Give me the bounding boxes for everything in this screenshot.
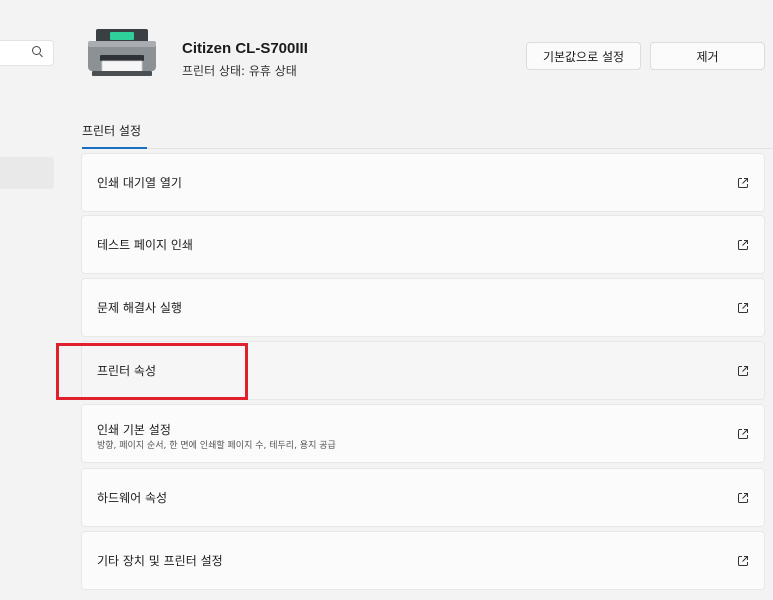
tab-printer-settings[interactable]: 프린터 설정 bbox=[82, 122, 141, 139]
printer-status: 프린터 상태: 유휴 상태 bbox=[182, 64, 297, 78]
open-external-icon bbox=[738, 240, 748, 250]
printer-icon bbox=[88, 29, 156, 76]
open-external-icon bbox=[738, 429, 748, 439]
search-icon bbox=[32, 46, 41, 55]
printer-name: Citizen CL-S700III bbox=[182, 40, 308, 57]
search-input[interactable] bbox=[0, 40, 54, 66]
open-external-icon bbox=[738, 556, 748, 566]
set-default-button[interactable]: 기본값으로 설정 bbox=[526, 42, 641, 70]
row-label: 하드웨어 속성 bbox=[97, 491, 168, 505]
row-hardware-properties[interactable]: 하드웨어 속성 bbox=[81, 468, 765, 527]
open-external-icon bbox=[738, 303, 748, 313]
divider bbox=[82, 148, 773, 149]
remove-button[interactable]: 제거 bbox=[650, 42, 765, 70]
tab-underline bbox=[82, 147, 147, 149]
row-label: 기타 장치 및 프린터 설정 bbox=[97, 554, 223, 568]
nav-item-selected[interactable] bbox=[0, 157, 54, 189]
open-external-icon bbox=[738, 493, 748, 503]
row-description: 방향, 페이지 순서, 한 면에 인쇄할 페이지 수, 테두리, 용지 공급 bbox=[97, 441, 336, 451]
row-more-devices-settings[interactable]: 기타 장치 및 프린터 설정 bbox=[81, 531, 765, 590]
row-label: 테스트 페이지 인쇄 bbox=[97, 238, 193, 252]
open-external-icon bbox=[738, 178, 748, 188]
row-open-print-queue[interactable]: 인쇄 대기열 열기 bbox=[81, 153, 765, 212]
row-printer-properties[interactable]: 프린터 속성 bbox=[81, 341, 765, 400]
row-printing-preferences[interactable]: 인쇄 기본 설정 방향, 페이지 순서, 한 면에 인쇄할 페이지 수, 테두리… bbox=[81, 404, 765, 463]
row-label: 인쇄 대기열 열기 bbox=[97, 176, 182, 190]
row-label: 인쇄 기본 설정 bbox=[97, 423, 171, 437]
row-label: 프린터 속성 bbox=[97, 364, 157, 378]
row-run-troubleshooter[interactable]: 문제 해결사 실행 bbox=[81, 278, 765, 337]
row-label: 문제 해결사 실행 bbox=[97, 301, 182, 315]
row-print-test-page[interactable]: 테스트 페이지 인쇄 bbox=[81, 215, 765, 274]
open-external-icon bbox=[738, 366, 748, 376]
